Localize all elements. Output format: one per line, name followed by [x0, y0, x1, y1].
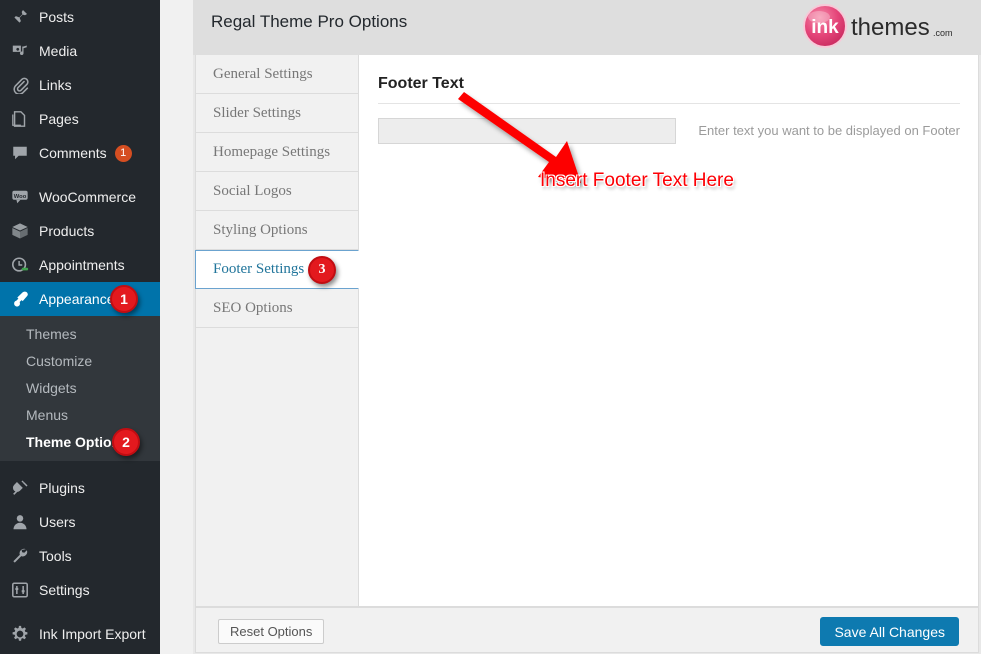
sidebar-item-label: Appearance [39, 291, 115, 307]
sidebar-item-label: Ink Import Export [39, 626, 146, 642]
comments-count-badge: 1 [114, 144, 132, 162]
tab-homepage-settings[interactable]: Homepage Settings [196, 133, 358, 172]
svg-text:ink: ink [811, 17, 839, 38]
submenu-item-widgets[interactable]: Widgets [0, 374, 160, 401]
settings-sliders-icon [10, 580, 30, 600]
wp-content-area: Regal Theme Pro Options ink themes .com … [160, 0, 981, 654]
options-content: Footer Text Enter text you want to be di… [360, 55, 978, 606]
sidebar-item-ink-import-export[interactable]: Ink Import Export [0, 617, 160, 651]
pages-icon [10, 109, 30, 129]
sidebar-item-appointments[interactable]: Appointments [0, 248, 160, 282]
pushpin-icon [10, 7, 30, 27]
products-box-icon [10, 221, 30, 241]
users-icon [10, 512, 30, 532]
menu-separator [0, 170, 160, 180]
inkthemes-logo: ink themes .com [793, 2, 965, 52]
sidebar-item-links[interactable]: Links [0, 68, 160, 102]
svg-text:.com: .com [933, 28, 953, 38]
section-divider [378, 103, 960, 104]
submenu-item-menus[interactable]: Menus [0, 401, 160, 428]
sidebar-item-posts[interactable]: Posts [0, 0, 160, 34]
options-header: Regal Theme Pro Options ink themes .com [193, 0, 981, 55]
comment-icon [10, 143, 30, 163]
sidebar-item-label: Plugins [39, 480, 85, 496]
sidebar-item-label: Pages [39, 111, 79, 127]
tab-social-logos[interactable]: Social Logos [196, 172, 358, 211]
sidebar-item-tools[interactable]: Tools [0, 539, 160, 573]
inkthemes-logo-svg: ink themes .com [803, 4, 953, 48]
footer-text-hint: Enter text you want to be displayed on F… [698, 123, 960, 138]
menu-separator [0, 461, 160, 471]
sidebar-item-label: Media [39, 43, 78, 59]
sidebar-item-label: Posts [39, 9, 75, 25]
tab-label: Slider Settings [213, 104, 301, 121]
sidebar-item-media[interactable]: Media [0, 34, 160, 68]
sidebar-item-label: WooCommerce [39, 189, 136, 205]
sidebar-item-label: Users [39, 514, 76, 530]
step-marker-3: 3 [308, 255, 336, 284]
sidebar-item-users[interactable]: Users [0, 505, 160, 539]
submenu-item-label: Themes [26, 325, 77, 342]
submenu-item-themes[interactable]: Themes [0, 320, 160, 347]
reset-options-button[interactable]: Reset Options [218, 619, 325, 644]
submenu-item-label: Customize [26, 352, 93, 369]
sidebar-item-label: Appointments [39, 257, 125, 273]
tab-general-settings[interactable]: General Settings [196, 55, 358, 94]
tab-label: Styling Options [213, 221, 308, 238]
submenu-item-label: Menus [26, 406, 69, 423]
media-icon [10, 41, 30, 61]
sidebar-item-plugins[interactable]: Plugins [0, 471, 160, 505]
sidebar-item-label: Products [39, 223, 95, 239]
sidebar-item-comments[interactable]: Comments 1 [0, 136, 160, 170]
appearance-brush-icon [10, 289, 30, 309]
appointments-icon [10, 255, 30, 275]
tab-label: SEO Options [213, 299, 293, 316]
options-panel: General Settings Slider Settings Homepage … [195, 55, 979, 607]
tab-label: Footer Settings [213, 261, 305, 277]
footer-text-field-row: Enter text you want to be displayed on F… [378, 118, 960, 144]
save-all-changes-button[interactable]: Save All Changes [820, 617, 959, 646]
menu-separator [0, 607, 160, 617]
woocommerce-icon: Woo [10, 187, 30, 207]
step-marker-2: 2 [112, 427, 140, 456]
gear-icon [10, 624, 30, 644]
options-footer-bar: Reset Options Save All Changes [195, 607, 979, 653]
options-tab-nav: General Settings Slider Settings Homepage … [195, 55, 359, 606]
svg-text:Woo: Woo [14, 194, 27, 200]
tab-seo-options[interactable]: SEO Options [196, 289, 358, 328]
svg-text:themes: themes [851, 14, 930, 41]
tab-slider-settings[interactable]: Slider Settings [196, 94, 358, 133]
tab-label: Homepage Settings [213, 143, 331, 160]
sidebar-item-label: Settings [39, 582, 90, 598]
tab-footer-settings[interactable]: Footer Settings 3 [195, 250, 359, 289]
tab-label: Social Logos [213, 182, 292, 199]
paperclip-icon [10, 75, 30, 95]
tools-wrench-icon [10, 546, 30, 566]
appearance-submenu: Themes Customize Widgets Menus Theme Options… [0, 316, 160, 461]
theme-options-framework: Regal Theme Pro Options ink themes .com … [193, 0, 981, 654]
submenu-item-customize[interactable]: Customize [0, 347, 160, 374]
sidebar-item-pages[interactable]: Pages [0, 102, 160, 136]
submenu-item-theme-options[interactable]: Theme Options 2 [0, 427, 160, 456]
footer-text-input[interactable] [378, 118, 677, 144]
sidebar-item-label: Comments [39, 145, 107, 161]
section-title: Footer Text [378, 75, 464, 92]
plugins-plug-icon [10, 478, 30, 498]
sidebar-item-woocommerce[interactable]: Woo WooCommerce [0, 180, 160, 214]
sidebar-item-appearance[interactable]: Appearance 1 [0, 282, 160, 316]
sidebar-item-label: Links [39, 77, 72, 93]
wp-admin-sidebar: Posts Media Links Pages Comments 1 Woo WooComme… [0, 0, 160, 654]
submenu-item-label: Widgets [26, 379, 77, 396]
tab-label: General Settings [213, 65, 313, 82]
tab-styling-options[interactable]: Styling Options [196, 211, 358, 250]
page-title: Regal Theme Pro Options [211, 12, 408, 31]
sidebar-item-products[interactable]: Products [0, 214, 160, 248]
sidebar-item-settings[interactable]: Settings [0, 573, 160, 607]
step-marker-1: 1 [110, 285, 138, 313]
sidebar-item-label: Tools [39, 548, 72, 564]
